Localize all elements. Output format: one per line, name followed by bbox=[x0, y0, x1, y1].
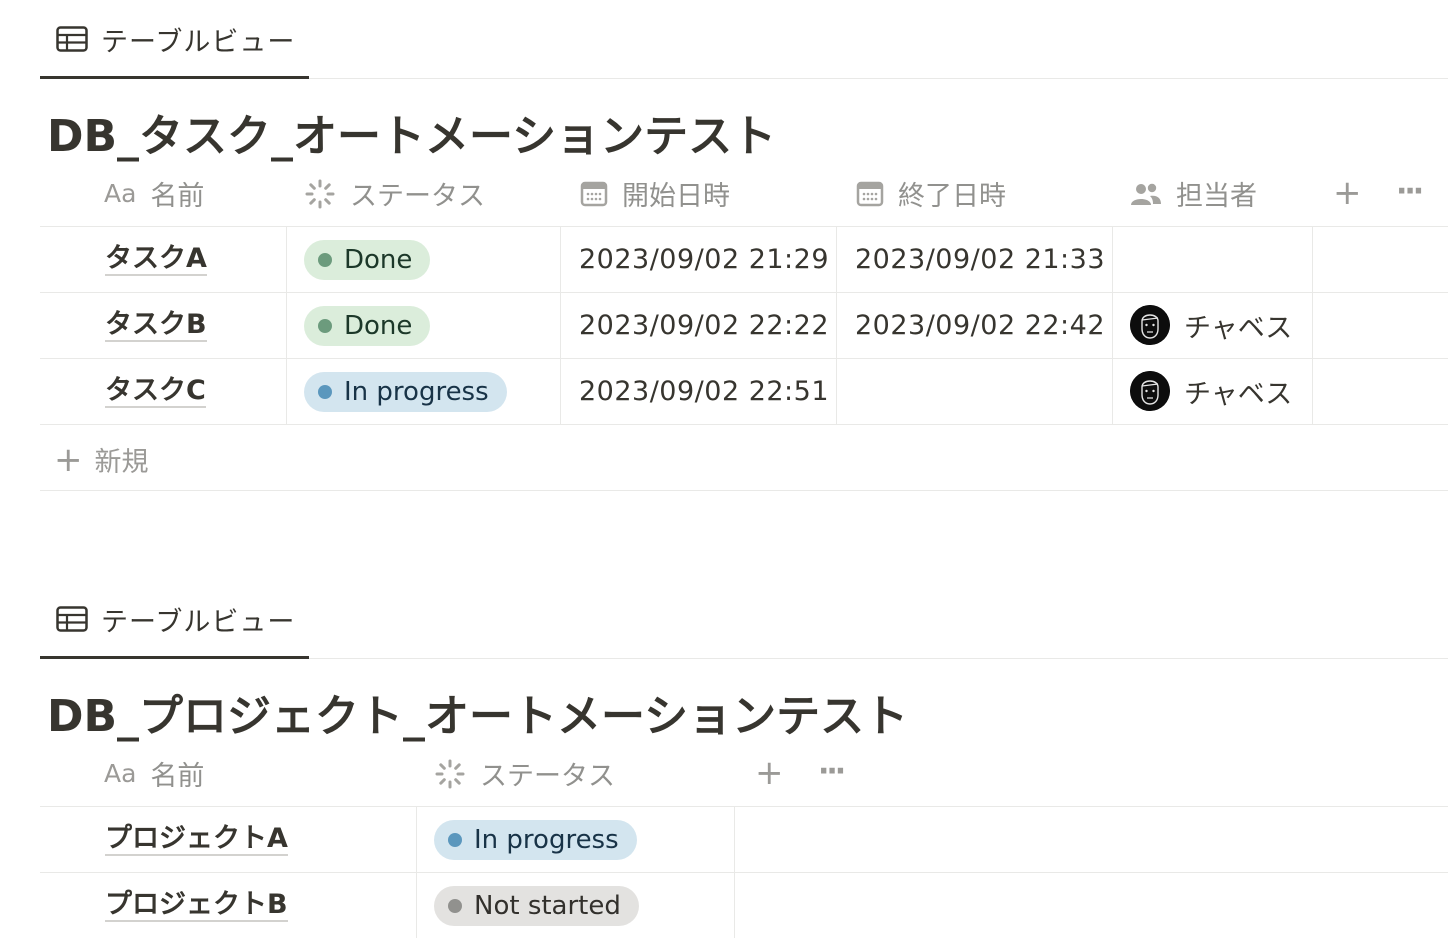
row-name-link[interactable]: タスクC bbox=[105, 376, 206, 408]
assignee-chip[interactable]: チャベス bbox=[1130, 371, 1292, 411]
status-dot bbox=[318, 319, 332, 333]
new-row-button[interactable]: + 新規 bbox=[54, 440, 149, 479]
column-divider bbox=[836, 226, 837, 424]
status-label: Not started bbox=[474, 891, 621, 921]
more-options-button[interactable]: ··· bbox=[1396, 177, 1424, 207]
database-title[interactable]: DB_プロジェクト_オートメーションテスト bbox=[47, 680, 908, 744]
view-tab-bar: テーブルビュー bbox=[40, 0, 1448, 79]
column-header-status[interactable]: ステータス bbox=[304, 174, 485, 213]
start-date-cell[interactable]: 2023/09/02 22:22 bbox=[579, 310, 829, 341]
column-divider bbox=[1312, 226, 1313, 424]
table-icon bbox=[56, 26, 88, 52]
table-view-tab[interactable]: テーブルビュー bbox=[40, 0, 309, 79]
status-badge[interactable]: Done bbox=[304, 240, 431, 280]
more-options-button[interactable]: ··· bbox=[818, 757, 846, 787]
add-property-button[interactable]: + bbox=[755, 756, 784, 790]
end-date-cell[interactable]: 2023/09/02 22:42 bbox=[855, 310, 1105, 341]
status-property-icon bbox=[434, 758, 466, 790]
view-tab-bar: テーブルビュー bbox=[40, 580, 1448, 659]
column-divider bbox=[286, 226, 287, 424]
status-dot bbox=[318, 253, 332, 267]
row-divider bbox=[40, 872, 1448, 873]
column-header-status[interactable]: ステータス bbox=[434, 754, 615, 793]
column-header-assignee[interactable]: 担当者 bbox=[1130, 174, 1257, 213]
status-label: In progress bbox=[474, 825, 619, 855]
start-date-cell[interactable]: 2023/09/02 21:29 bbox=[579, 244, 829, 275]
column-header-start[interactable]: 開始日時 bbox=[580, 174, 730, 213]
plus-icon: + bbox=[54, 439, 83, 480]
status-badge[interactable]: In progress bbox=[434, 820, 637, 860]
column-header-name[interactable]: Aa 名前 bbox=[104, 754, 204, 793]
row-name-link[interactable]: プロジェクトB bbox=[105, 890, 288, 922]
row-divider bbox=[40, 358, 1448, 359]
status-badge[interactable]: Done bbox=[304, 306, 431, 346]
column-header-label: 開始日時 bbox=[622, 181, 730, 212]
column-header-label: 終了日時 bbox=[898, 181, 1006, 212]
tab-label: テーブルビュー bbox=[101, 607, 296, 638]
column-header-end[interactable]: 終了日時 bbox=[856, 174, 1006, 213]
column-divider bbox=[1112, 226, 1113, 424]
end-date-cell[interactable]: 2023/09/02 21:33 bbox=[855, 244, 1105, 275]
status-dot bbox=[318, 385, 332, 399]
column-header-name[interactable]: Aa 名前 bbox=[104, 174, 204, 213]
row-name-link[interactable]: タスクA bbox=[105, 244, 207, 276]
status-badge[interactable]: Not started bbox=[434, 886, 639, 926]
status-label: In progress bbox=[344, 377, 489, 407]
row-divider bbox=[40, 424, 1448, 425]
row-divider bbox=[40, 292, 1448, 293]
column-header-label: 名前 bbox=[150, 761, 205, 792]
status-dot bbox=[448, 899, 462, 913]
assignee-name: チャベス bbox=[1184, 312, 1293, 344]
column-divider bbox=[560, 226, 561, 424]
status-label: Done bbox=[344, 245, 413, 275]
add-property-button[interactable]: + bbox=[1333, 176, 1362, 210]
avatar bbox=[1130, 371, 1170, 411]
row-divider bbox=[40, 806, 1448, 807]
people-icon bbox=[1130, 181, 1162, 207]
new-row-label: 新規 bbox=[94, 447, 149, 478]
column-divider bbox=[734, 806, 735, 938]
column-header-label: 担当者 bbox=[1176, 181, 1257, 212]
row-divider bbox=[40, 226, 1448, 227]
status-label: Done bbox=[344, 311, 413, 341]
assignee-chip[interactable]: チャベス bbox=[1130, 305, 1292, 345]
row-name-link[interactable]: プロジェクトA bbox=[105, 824, 288, 856]
column-header-label: 名前 bbox=[150, 181, 205, 212]
start-date-cell[interactable]: 2023/09/02 22:51 bbox=[579, 376, 829, 407]
status-badge[interactable]: In progress bbox=[304, 372, 507, 412]
tab-label: テーブルビュー bbox=[101, 27, 296, 58]
calendar-icon bbox=[856, 180, 884, 208]
status-property-icon bbox=[304, 178, 336, 210]
calendar-icon bbox=[580, 180, 608, 208]
column-header-label: ステータス bbox=[350, 181, 485, 212]
text-property-icon: Aa bbox=[104, 179, 137, 208]
status-dot bbox=[448, 833, 462, 847]
column-header-label: ステータス bbox=[480, 761, 615, 792]
row-name-link[interactable]: タスクB bbox=[105, 310, 207, 342]
column-divider bbox=[416, 806, 417, 938]
table-view-tab[interactable]: テーブルビュー bbox=[40, 580, 309, 659]
database-title[interactable]: DB_タスク_オートメーションテスト bbox=[47, 100, 776, 164]
text-property-icon: Aa bbox=[104, 759, 137, 788]
table-icon bbox=[56, 606, 88, 632]
assignee-name: チャベス bbox=[1184, 378, 1293, 410]
row-divider bbox=[40, 490, 1448, 491]
avatar bbox=[1130, 305, 1170, 345]
